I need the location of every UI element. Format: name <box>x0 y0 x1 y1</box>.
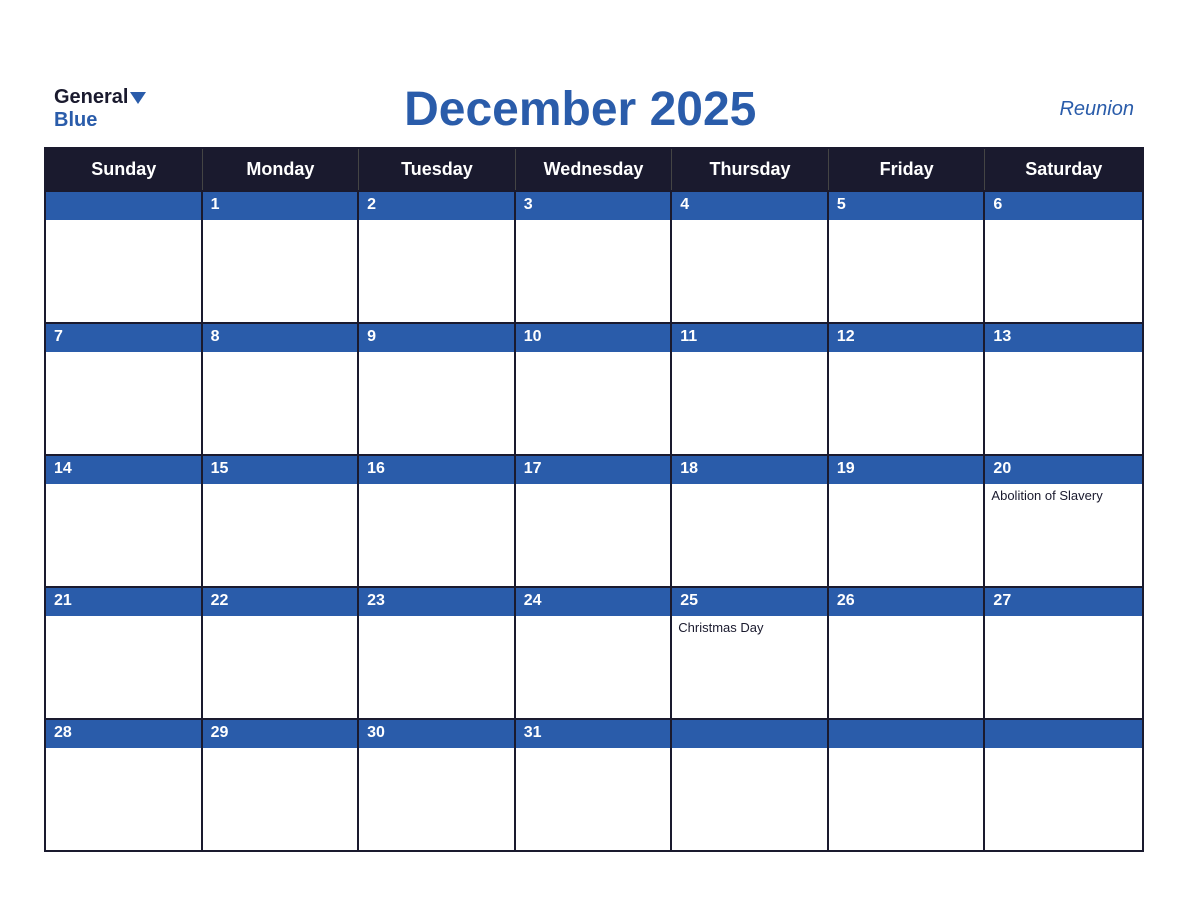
week-row-3: 14151617181920Abolition of Slavery <box>46 454 1142 586</box>
day-cell: 30 <box>359 720 516 850</box>
day-number: 1 <box>203 192 358 220</box>
day-cell: 4 <box>672 192 829 322</box>
day-cell: 14 <box>46 456 203 586</box>
day-cell: 9 <box>359 324 516 454</box>
day-number: 11 <box>672 324 827 352</box>
day-cell: 6 <box>985 192 1142 322</box>
header-thursday: Thursday <box>672 149 829 190</box>
day-number <box>829 720 984 748</box>
day-number: 8 <box>203 324 358 352</box>
day-number: 7 <box>46 324 201 352</box>
day-number: 3 <box>516 192 671 220</box>
day-cell <box>829 720 986 850</box>
week-row-5: 28293031 <box>46 718 1142 850</box>
day-cell: 26 <box>829 588 986 718</box>
logo-triangle-icon <box>130 92 146 104</box>
header-tuesday: Tuesday <box>359 149 516 190</box>
day-cell <box>985 720 1142 850</box>
day-number: 27 <box>985 588 1142 616</box>
day-number: 31 <box>516 720 671 748</box>
week-row-2: 78910111213 <box>46 322 1142 454</box>
day-number: 23 <box>359 588 514 616</box>
day-number: 28 <box>46 720 201 748</box>
day-cell: 5 <box>829 192 986 322</box>
day-cell: 12 <box>829 324 986 454</box>
header-friday: Friday <box>829 149 986 190</box>
weeks-container: 1234567891011121314151617181920Abolition… <box>46 190 1142 850</box>
calendar-grid: Sunday Monday Tuesday Wednesday Thursday… <box>44 147 1144 852</box>
day-number: 21 <box>46 588 201 616</box>
day-number: 16 <box>359 456 514 484</box>
day-cell: 31 <box>516 720 673 850</box>
day-event: Christmas Day <box>672 616 827 639</box>
logo-general-text: General <box>54 86 128 109</box>
day-number: 29 <box>203 720 358 748</box>
day-number: 10 <box>516 324 671 352</box>
day-cell: 7 <box>46 324 203 454</box>
day-number: 24 <box>516 588 671 616</box>
day-number: 4 <box>672 192 827 220</box>
day-cell: 19 <box>829 456 986 586</box>
day-cell: 17 <box>516 456 673 586</box>
day-number: 6 <box>985 192 1142 220</box>
day-number: 12 <box>829 324 984 352</box>
day-cell: 22 <box>203 588 360 718</box>
header-sunday: Sunday <box>46 149 203 190</box>
day-number: 2 <box>359 192 514 220</box>
day-cell: 2 <box>359 192 516 322</box>
day-number: 17 <box>516 456 671 484</box>
day-cell: 24 <box>516 588 673 718</box>
day-cell: 27 <box>985 588 1142 718</box>
day-number: 25 <box>672 588 827 616</box>
day-number: 22 <box>203 588 358 616</box>
day-cell: 16 <box>359 456 516 586</box>
day-number: 30 <box>359 720 514 748</box>
day-cell <box>46 192 203 322</box>
day-number: 20 <box>985 456 1142 484</box>
day-cell: 21 <box>46 588 203 718</box>
day-cell: 23 <box>359 588 516 718</box>
day-cell: 8 <box>203 324 360 454</box>
day-number: 5 <box>829 192 984 220</box>
day-cell: 3 <box>516 192 673 322</box>
logo: General Blue <box>54 86 146 132</box>
day-cell: 10 <box>516 324 673 454</box>
day-header-row: Sunday Monday Tuesday Wednesday Thursday… <box>46 149 1142 190</box>
day-number: 13 <box>985 324 1142 352</box>
week-row-1: 123456 <box>46 190 1142 322</box>
region-label: Reunion <box>1014 98 1134 121</box>
day-cell: 15 <box>203 456 360 586</box>
day-cell: 25Christmas Day <box>672 588 829 718</box>
day-number: 15 <box>203 456 358 484</box>
header-saturday: Saturday <box>985 149 1142 190</box>
day-number: 18 <box>672 456 827 484</box>
day-number: 26 <box>829 588 984 616</box>
day-cell: 11 <box>672 324 829 454</box>
day-cell <box>672 720 829 850</box>
day-cell: 18 <box>672 456 829 586</box>
day-number <box>672 720 827 748</box>
calendar-title: December 2025 <box>146 82 1014 137</box>
calendar-header: General Blue December 2025 Reunion <box>44 67 1144 147</box>
day-number: 14 <box>46 456 201 484</box>
day-cell: 20Abolition of Slavery <box>985 456 1142 586</box>
logo-blue-text: Blue <box>54 109 97 132</box>
week-row-4: 2122232425Christmas Day2627 <box>46 586 1142 718</box>
day-cell: 1 <box>203 192 360 322</box>
day-number <box>985 720 1142 748</box>
day-number <box>46 192 201 220</box>
day-event: Abolition of Slavery <box>985 484 1142 507</box>
day-cell: 29 <box>203 720 360 850</box>
header-wednesday: Wednesday <box>516 149 673 190</box>
day-cell: 28 <box>46 720 203 850</box>
day-number: 19 <box>829 456 984 484</box>
day-cell: 13 <box>985 324 1142 454</box>
calendar-container: General Blue December 2025 Reunion Sunda… <box>44 67 1144 852</box>
header-monday: Monday <box>203 149 360 190</box>
day-number: 9 <box>359 324 514 352</box>
